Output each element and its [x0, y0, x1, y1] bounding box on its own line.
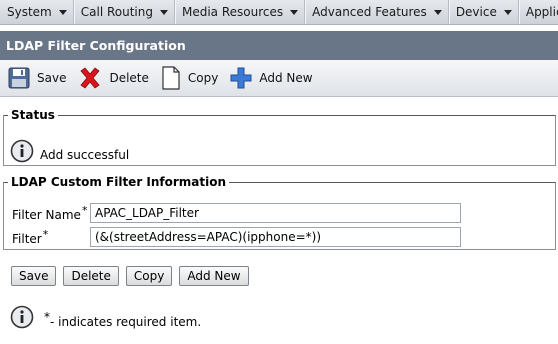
toolbar-copy-button[interactable]: Copy: [161, 66, 218, 90]
required-asterisk: *: [42, 228, 49, 241]
menu-device[interactable]: Device: [449, 0, 519, 24]
required-asterisk: *: [81, 204, 88, 217]
toolbar-add-new-label: Add New: [259, 71, 313, 85]
delete-x-icon: [80, 67, 101, 89]
required-item-note: *- indicates required item.: [44, 310, 201, 329]
menu-device-label: Device: [455, 5, 497, 19]
toolbar: Save Delete Copy Add New: [0, 60, 558, 97]
menu-media-resources[interactable]: Media Resources: [175, 0, 306, 24]
ldap-custom-filter-legend: LDAP Custom Filter Information: [11, 175, 227, 189]
status-legend: Status: [11, 108, 55, 122]
chevron-down-icon: [58, 9, 67, 15]
toolbar-delete-button[interactable]: Delete: [78, 66, 149, 90]
menu-system-label: System: [7, 5, 52, 19]
bottom-button-row: Save Delete Copy Add New: [11, 266, 256, 286]
menu-application[interactable]: Application: [519, 0, 558, 24]
menu-call-routing[interactable]: Call Routing: [74, 0, 175, 24]
ldap-custom-filter-section: LDAP Custom Filter Information Filter Na…: [3, 175, 556, 250]
add-new-button[interactable]: Add New: [179, 266, 249, 286]
filter-label-text: Filter: [12, 232, 42, 246]
filter-label: Filter*: [12, 228, 90, 246]
save-icon: [8, 67, 30, 89]
save-button[interactable]: Save: [11, 266, 57, 286]
main-menu-bar: System Call Routing Media Resources Adva…: [0, 0, 558, 25]
menu-system[interactable]: System: [0, 0, 74, 24]
menu-advanced-features[interactable]: Advanced Features: [305, 0, 449, 24]
filter-name-input[interactable]: [90, 203, 461, 223]
required-note-text: - indicates required item.: [50, 315, 202, 329]
chevron-down-icon: [290, 9, 299, 15]
filter-input[interactable]: [90, 227, 461, 247]
toolbar-save-button[interactable]: Save: [8, 67, 66, 89]
chevron-down-icon: [433, 9, 442, 15]
chevron-down-icon: [159, 9, 168, 15]
info-icon: [10, 305, 34, 329]
status-message: Add successful: [40, 148, 130, 162]
page-title: LDAP Filter Configuration: [6, 38, 186, 53]
filter-name-label: Filter Name*: [12, 204, 90, 222]
menu-advanced-features-label: Advanced Features: [312, 5, 427, 19]
filter-name-label-text: Filter Name: [12, 208, 81, 222]
filter-name-row: Filter Name*: [12, 203, 461, 223]
chevron-down-icon: [503, 9, 512, 15]
menu-media-resources-label: Media Resources: [181, 5, 284, 19]
menu-call-routing-label: Call Routing: [80, 5, 153, 19]
delete-button[interactable]: Delete: [63, 266, 119, 286]
menu-application-label: Application: [525, 5, 558, 19]
status-section: Status Add successful: [3, 108, 556, 166]
copy-document-icon: [162, 66, 180, 90]
page-title-bar: LDAP Filter Configuration: [0, 31, 558, 60]
toolbar-add-new-button[interactable]: Add New: [230, 67, 313, 89]
info-icon: [10, 139, 34, 163]
copy-button[interactable]: Copy: [125, 266, 173, 286]
toolbar-delete-label: Delete: [109, 71, 149, 85]
toolbar-copy-label: Copy: [187, 71, 219, 85]
filter-row: Filter*: [12, 227, 461, 247]
toolbar-save-label: Save: [37, 71, 67, 85]
add-plus-icon: [230, 67, 252, 89]
